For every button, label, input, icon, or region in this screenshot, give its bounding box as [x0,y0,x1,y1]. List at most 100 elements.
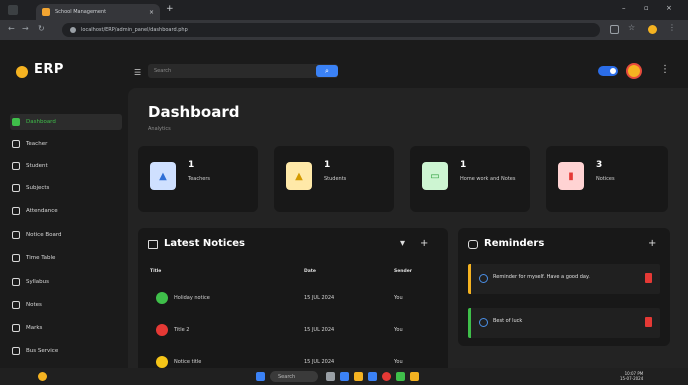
avatar[interactable] [626,63,642,79]
file-explorer-icon[interactable] [354,372,363,381]
notice-sender: You [394,327,403,333]
sidebar-item-syllabus[interactable]: Syllabus [10,274,122,290]
bookmark-star-icon[interactable]: ☆ [628,23,637,32]
notice-board-icon [12,231,20,239]
sidebar-item-notes[interactable]: Notes [10,297,122,313]
delete-icon[interactable] [645,317,652,327]
stat-card-teachers[interactable]: ▲ 1 Teachers [138,146,258,212]
sidebar-item-label: Time Table [26,255,56,261]
stat-value: 1 [324,160,331,170]
student-icon: ▲ [286,162,312,190]
stat-card-students[interactable]: ▲ 1 Students [274,146,394,212]
add-notice-icon[interactable]: + [420,238,428,249]
sidebar-item-teacher[interactable]: Teacher [10,136,122,152]
sidebar-item-label: Attendance [26,208,58,214]
column-header-date: Date [304,269,316,274]
breadcrumb: Analytics [148,126,171,132]
column-header-title: Title [150,269,162,274]
reminder-item: Best of luck [468,308,660,338]
app-logo[interactable]: ERP [34,62,64,77]
sidebar-item-label: Dashboard [26,119,56,125]
notice-status-icon [156,356,168,368]
profile-icon[interactable] [648,25,657,34]
marks-icon [12,324,20,332]
search-input[interactable]: Search [148,64,338,78]
search-button[interactable]: ⌕ [316,65,338,77]
sidebar-item-attendance[interactable]: Attendance [10,203,122,219]
stat-label: Home work and Notes [460,176,516,182]
sidebar-item-notice-board[interactable]: Notice Board [10,227,122,243]
latest-notices-panel: Latest Notices ▾ + Title Date Sender Hol… [138,228,448,376]
stat-card-notices[interactable]: ▮ 3 Notices [546,146,668,212]
browser-tab[interactable]: School Management × [36,4,160,20]
close-window-icon[interactable]: × [666,4,672,12]
menu-toggle-icon[interactable]: ☰ [134,68,141,77]
more-options-icon[interactable]: ⋮ [660,64,670,75]
minimize-icon[interactable]: – [622,4,626,12]
forward-icon[interactable]: → [22,24,29,33]
sidebar-item-label: Notes [26,302,42,308]
weather-icon[interactable] [38,372,47,381]
taskbar-search[interactable]: Search [270,371,318,382]
sidebar-item-time-table[interactable]: Time Table [10,250,122,266]
notices-list-icon [148,240,158,249]
teacher-icon: ▲ [150,162,176,190]
panel-title: Reminders [484,238,545,249]
page-title: Dashboard [148,103,240,121]
notice-title[interactable]: Notice title [174,359,201,365]
delete-icon[interactable] [645,273,652,283]
site-info-icon[interactable] [70,27,76,33]
add-reminder-icon[interactable]: + [648,238,656,249]
vscode-icon[interactable] [396,372,405,381]
stat-card-homework[interactable]: ▭ 1 Home work and Notes [410,146,530,212]
stat-value: 1 [460,160,467,170]
reminder-chat-icon [468,240,478,249]
back-icon[interactable]: ← [8,24,15,33]
store-icon[interactable] [368,372,377,381]
sidebar-item-dashboard[interactable]: Dashboard [10,114,122,130]
browser-toolbar: ← → ↻ localhost/ERP/admin_panel/dashboar… [0,20,688,40]
favicon-icon [42,8,50,16]
sidebar-item-marks[interactable]: Marks [10,320,122,336]
chrome-icon[interactable] [382,372,391,381]
reload-icon[interactable]: ↻ [38,24,45,33]
edge-icon[interactable] [340,372,349,381]
column-header-sender: Sender [394,269,412,274]
address-bar[interactable]: localhost/ERP/admin_panel/dashboard.php [62,23,600,37]
panel-title: Latest Notices [164,238,246,249]
app-icon[interactable] [410,372,419,381]
logo-icon [16,66,28,78]
new-tab-icon[interactable]: + [166,4,174,14]
notice-title[interactable]: Holiday notice [174,295,210,301]
sidebar-item-label: Notice Board [26,232,62,238]
sidebar-item-bus-service[interactable]: Bus Service [10,343,122,359]
sidebar-item-subjects[interactable]: Subjects [10,180,122,196]
sidebar-item-label: Bus Service [26,348,59,354]
task-view-icon[interactable] [326,372,335,381]
reminder-checkbox[interactable] [479,318,488,327]
student-icon [12,162,20,170]
address-url: localhost/ERP/admin_panel/dashboard.php [81,27,188,33]
sidebar-item-label: Student [26,163,48,169]
notice-title[interactable]: Title 2 [174,327,190,333]
translate-icon[interactable] [610,25,619,34]
reminder-checkbox[interactable] [479,274,488,283]
tab-search-icon[interactable] [8,5,18,15]
maximize-icon[interactable]: ▫ [644,4,649,12]
close-tab-icon[interactable]: × [149,9,154,16]
sidebar-item-student[interactable]: Student [10,158,122,174]
taskbar-clock[interactable]: 10:07 PM 15-07-2024 [620,371,643,381]
notice-status-icon [156,324,168,336]
notice-date: 15 JUL 2024 [304,359,335,365]
stat-label: Teachers [188,176,210,182]
browser-menu-icon[interactable]: ⋮ [668,23,677,32]
bus-icon [12,347,20,355]
start-icon[interactable] [256,372,265,381]
browser-tab-title: School Management [55,9,107,15]
teacher-icon [12,140,20,148]
sidebar-item-label: Syllabus [26,279,50,285]
dropdown-icon[interactable]: ▾ [400,238,405,249]
search-placeholder: Search [154,68,172,74]
notice-status-icon [156,292,168,304]
theme-toggle[interactable] [598,66,618,76]
